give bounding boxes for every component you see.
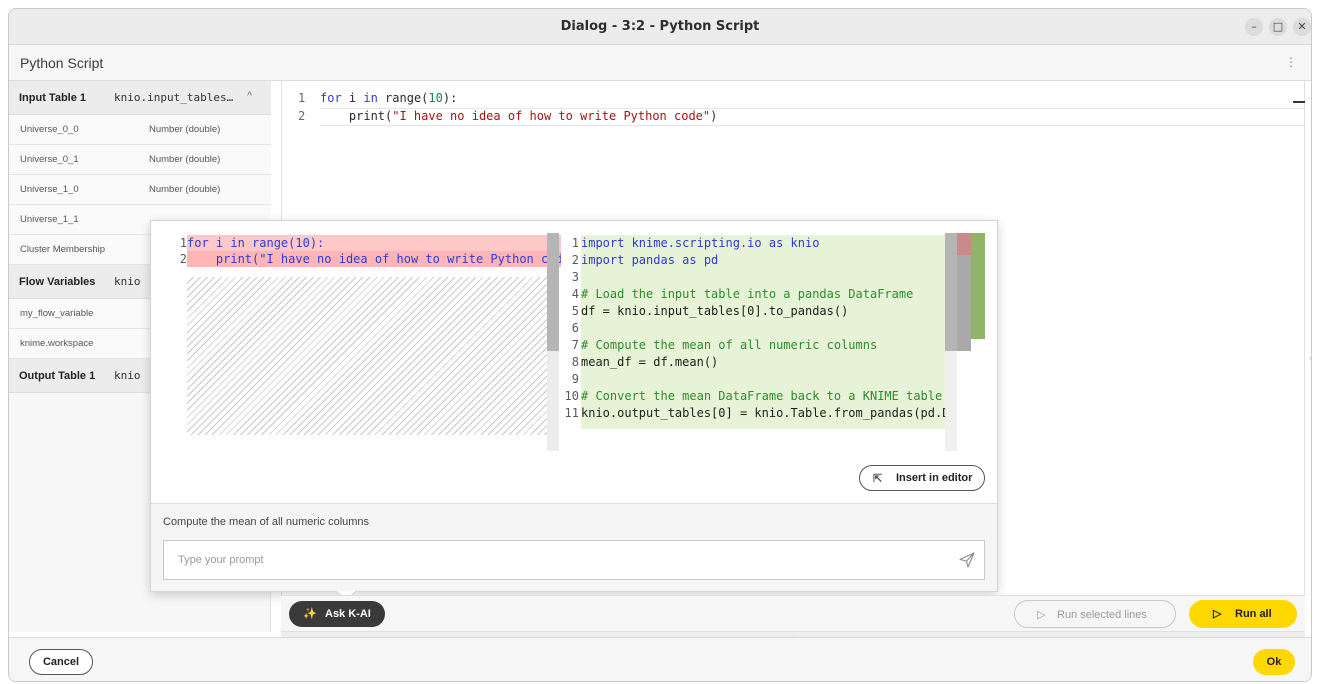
close-window-button[interactable]: ✕ [1293,18,1311,36]
suggested-line: mean_df = df.mean() [581,355,719,369]
expand-side-icon[interactable]: ‹ [1309,353,1311,364]
column-name: Universe_1_1 [20,214,79,225]
line-number: 8 [571,355,579,369]
column-type: Number (double) [149,154,221,165]
app-header: Python Script ⋮ [9,45,1311,81]
flow-variable-name: knime.workspace [20,338,94,349]
run-selected-label: Run selected lines [1057,609,1147,621]
line-number: 1 [571,236,579,250]
code-token: ) [710,109,718,123]
suggested-scrollbar-thumb[interactable] [945,233,957,351]
run-selected-lines-button[interactable]: ▷ Run selected lines [1014,600,1176,628]
prompt-area: Compute the mean of all numeric columns [151,504,997,591]
keyword: for [320,91,342,105]
more-menu-icon[interactable]: ⋮ [1285,55,1297,69]
window-title: Dialog - 3:2 - Python Script [560,19,760,34]
original-code-pane[interactable]: 1 2 for i in range(10): print("I have no… [163,233,561,451]
flow-variables-label: Flow Variables [19,276,96,288]
minimap-added-marker [971,233,985,339]
column-type: Number (double) [149,184,221,195]
output-table-code[interactable]: knio [114,369,141,382]
minimap-viewport [957,255,971,351]
line-number: 10 [564,389,579,403]
ok-button[interactable]: Ok [1253,649,1295,675]
line-number: 2 [571,253,579,267]
prompt-input[interactable] [163,540,985,580]
line-number: 2 [179,252,187,266]
suggested-comment: # Convert the mean DataFrame back to a K… [581,389,943,403]
empty-hatch [187,277,559,435]
play-icon: ▷ [1037,609,1046,621]
suggested-comment: # Load the input table into a pandas Dat… [581,287,914,301]
number-literal: 10 [428,91,443,105]
line-number: 6 [571,321,579,335]
line-number: 1 [298,91,306,105]
code-token: print( [320,109,393,123]
column-name: Cluster Membership [20,244,105,255]
sparkle-icon: ✨ [303,608,317,620]
send-icon[interactable] [959,552,975,568]
insert-in-editor-button[interactable]: ⇱ Insert in editor [859,465,985,491]
code-token: ): [442,91,458,105]
maximize-button[interactable]: □ [1269,18,1287,36]
column-name: Universe_0_1 [20,154,79,165]
column-row[interactable]: Universe_0_0 Number (double) [9,115,271,145]
line-number: 2 [298,109,306,123]
code-token: range( [377,91,429,105]
original-line: for i in range(10): [187,236,325,250]
minimap-deleted-marker [957,233,971,255]
keyword: in [363,91,378,105]
previous-prompt: Compute the mean of all numeric columns [163,516,370,528]
line-number: 5 [571,304,579,318]
column-type: Number (double) [149,124,221,135]
suggested-line: knio.output_tables[0] = knio.Table.from_… [581,406,987,420]
output-table-label: Output Table 1 [19,370,96,382]
code-token: i [341,91,364,105]
flow-variables-code[interactable]: knio [114,275,141,288]
string-literal: "I have no idea of how to write Python c… [392,109,711,123]
insert-icon: ⇱ [873,473,883,485]
kai-diff-popup: 1 2 for i in range(10): print("I have no… [150,220,998,592]
app-title: Python Script [20,55,104,71]
suggested-comment: # Compute the mean of all numeric column… [581,338,878,352]
suggested-line: import pandas as pd [581,253,719,267]
line-number: 3 [571,270,579,284]
dialog-window: Dialog - 3:2 - Python Script – □ ✕ Pytho… [8,8,1312,682]
line-number: 4 [571,287,579,301]
play-icon: ▷ [1213,608,1222,620]
line-number: 7 [571,338,579,352]
ask-kai-button[interactable]: ✨ Ask K-AI [289,601,385,627]
original-scrollbar-thumb[interactable] [547,233,559,351]
run-all-button[interactable]: ▷ Run all [1189,600,1297,628]
column-name: Universe_1_0 [20,184,79,195]
code-line-1[interactable]: for i in range(10): [320,91,457,105]
flow-variable-name: my_flow_variable [20,308,94,319]
cancel-button[interactable]: Cancel [29,649,93,675]
line-number: 1 [179,236,187,250]
line-number: 11 [564,406,579,420]
editor-scrollbar[interactable] [1293,81,1305,595]
column-row[interactable]: Universe_0_1 Number (double) [9,145,271,175]
column-name: Universe_0_0 [20,124,79,135]
input-table-label: Input Table 1 [19,92,87,104]
input-table-code[interactable]: knio.input_tables… [114,91,233,104]
column-row[interactable]: Universe_1_0 Number (double) [9,175,271,205]
run-all-label: Run all [1235,608,1272,620]
insert-label: Insert in editor [896,472,973,484]
collapse-chevron-icon[interactable]: ^ [247,90,252,102]
original-line: print("I have no idea of how to write Py… [187,252,561,266]
suggested-code-pane[interactable]: 1 2 3 4 5 6 7 8 9 10 11 import knime.scr… [561,233,987,451]
code-line-2[interactable]: print("I have no idea of how to write Py… [320,109,717,123]
suggested-line: df = knio.input_tables[0].to_pandas() [581,304,849,318]
window-titlebar[interactable]: Dialog - 3:2 - Python Script – □ ✕ [9,9,1311,45]
dialog-footer: Cancel Ok [9,637,1311,681]
input-table-header[interactable]: Input Table 1 knio.input_tables… ^ [9,81,271,115]
line-number: 9 [571,372,579,386]
ask-kai-label: Ask K-AI [325,608,371,620]
suggested-line: import knime.scripting.io as knio [581,236,820,250]
minimize-button[interactable]: – [1245,18,1263,36]
